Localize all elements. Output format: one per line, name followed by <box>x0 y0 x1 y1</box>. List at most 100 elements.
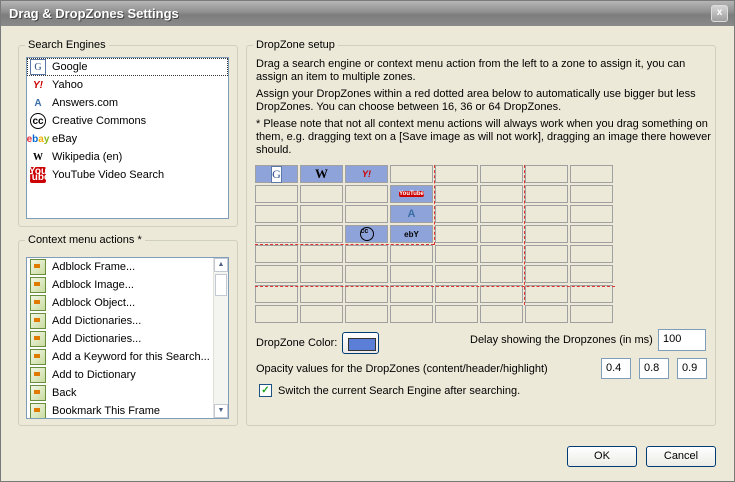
opacity-header-input[interactable]: 0.8 <box>639 358 669 379</box>
engine-item-creative-commons[interactable]: cc Creative Commons <box>27 112 228 130</box>
dropzone-cell[interactable] <box>480 185 523 203</box>
dropzone-cell[interactable] <box>255 305 298 323</box>
dropzone-cell[interactable]: ebY <box>390 225 433 243</box>
dropzone-cell[interactable] <box>300 305 343 323</box>
context-action-item[interactable]: Add a Keyword for this Search... <box>27 348 213 366</box>
dropzone-cell[interactable] <box>435 265 478 283</box>
dropzone-cell[interactable] <box>480 285 523 303</box>
dropzone-cell[interactable] <box>525 185 568 203</box>
dropzone-cell[interactable] <box>480 205 523 223</box>
dropzone-cell[interactable] <box>570 205 613 223</box>
dropzone-cell[interactable] <box>300 285 343 303</box>
dropzone-cell[interactable] <box>255 265 298 283</box>
dropzone-cell[interactable] <box>345 285 388 303</box>
dropzone-cell[interactable] <box>435 165 478 183</box>
dropzone-cell[interactable] <box>435 185 478 203</box>
context-actions-scrollbar[interactable]: ▲ ▼ <box>213 258 228 418</box>
context-action-item[interactable]: Back <box>27 384 213 402</box>
dropzone-cell[interactable] <box>390 285 433 303</box>
dropzone-cell[interactable] <box>525 165 568 183</box>
dropzone-cell[interactable] <box>525 245 568 263</box>
dropzone-cell[interactable] <box>570 165 613 183</box>
opacity-content-input[interactable]: 0.4 <box>601 358 631 379</box>
context-actions-list[interactable]: Adblock Frame... Adblock Image... Adblock … <box>26 257 229 419</box>
dropzone-cell[interactable] <box>570 265 613 283</box>
context-action-item[interactable]: Add Dictionaries... <box>27 330 213 348</box>
dropzone-cell[interactable] <box>480 265 523 283</box>
context-action-item[interactable]: Adblock Object... <box>27 294 213 312</box>
delay-input[interactable]: 100 <box>658 329 706 351</box>
dropzone-grid[interactable]: G W Y! YouTube Acc ebY <box>255 165 615 325</box>
dropzone-cell[interactable] <box>255 185 298 203</box>
dropzone-cell[interactable] <box>390 265 433 283</box>
dropzone-cell[interactable] <box>480 245 523 263</box>
dropzone-cell[interactable] <box>570 225 613 243</box>
dropzone-cell[interactable] <box>255 285 298 303</box>
dropzone-cell[interactable] <box>300 185 343 203</box>
dropzone-cell[interactable] <box>525 305 568 323</box>
dropzone-cell[interactable] <box>480 225 523 243</box>
dropzone-cell[interactable]: W <box>300 165 343 183</box>
dropzone-cell[interactable]: Y! <box>345 165 388 183</box>
context-action-item[interactable]: Adblock Frame... <box>27 258 213 276</box>
scroll-thumb[interactable] <box>215 274 227 296</box>
close-button[interactable]: x <box>711 5 728 22</box>
search-engines-list[interactable]: G Google Y! Yahoo A Answers.com cc Creat… <box>26 57 229 219</box>
dropzone-color-button[interactable] <box>342 332 379 354</box>
dropzone-cell[interactable] <box>435 245 478 263</box>
dropzone-description-3: * Please note that not all context menu … <box>256 118 711 156</box>
dropzone-cell[interactable] <box>300 265 343 283</box>
engine-item-ebay[interactable]: ebay eBay <box>27 130 228 148</box>
dropzone-cell[interactable] <box>435 285 478 303</box>
scroll-down-button[interactable]: ▼ <box>214 404 228 418</box>
context-action-item[interactable]: Adblock Image... <box>27 276 213 294</box>
dropzone-cell[interactable] <box>345 205 388 223</box>
dropzone-cell[interactable] <box>525 205 568 223</box>
context-action-item[interactable]: Add Dictionaries... <box>27 312 213 330</box>
dropzone-cell[interactable] <box>300 205 343 223</box>
dropzone-cell[interactable] <box>525 225 568 243</box>
title-bar[interactable]: Drag & DropZones Settings x <box>1 1 734 26</box>
context-action-item[interactable]: Add to Dictionary <box>27 366 213 384</box>
dropzone-cell[interactable] <box>570 305 613 323</box>
dropzone-cell[interactable] <box>300 225 343 243</box>
dropzone-cell[interactable] <box>345 265 388 283</box>
switch-engine-checkbox[interactable]: ✓ <box>259 384 272 397</box>
dropzone-cell[interactable] <box>435 225 478 243</box>
opacity-highlight-input[interactable]: 0.9 <box>677 358 707 379</box>
dropzone-cell[interactable] <box>525 265 568 283</box>
engine-item-wikipedia[interactable]: W Wikipedia (en) <box>27 148 228 166</box>
dropzone-cell[interactable]: YouTube <box>390 185 433 203</box>
engine-item-answers[interactable]: A Answers.com <box>27 94 228 112</box>
dropzone-cell[interactable] <box>345 305 388 323</box>
ok-button[interactable]: OK <box>567 446 637 467</box>
engine-item-google[interactable]: G Google <box>27 58 228 76</box>
dropzone-cell[interactable] <box>435 305 478 323</box>
context-action-icon <box>30 367 46 383</box>
engine-item-youtube[interactable]: You Tube YouTube Video Search <box>27 166 228 184</box>
dropzone-cell[interactable] <box>345 185 388 203</box>
dropzone-cell[interactable] <box>390 245 433 263</box>
dropzone-cell[interactable] <box>255 225 298 243</box>
dropzone-cell[interactable] <box>345 245 388 263</box>
dropzone-cell[interactable] <box>570 285 613 303</box>
engine-item-yahoo[interactable]: Y! Yahoo <box>27 76 228 94</box>
dropzone-cell[interactable] <box>390 165 433 183</box>
yahoo-icon: Y! <box>33 79 43 91</box>
dropzone-cell[interactable]: A <box>390 205 433 223</box>
dropzone-cell[interactable] <box>525 285 568 303</box>
context-action-item[interactable]: Bookmark This Frame <box>27 402 213 418</box>
dropzone-cell[interactable] <box>255 205 298 223</box>
dropzone-cell[interactable] <box>570 245 613 263</box>
dropzone-cell[interactable]: G <box>255 165 298 183</box>
dropzone-cell[interactable] <box>435 205 478 223</box>
cancel-button[interactable]: Cancel <box>646 446 716 467</box>
dropzone-cell[interactable] <box>390 305 433 323</box>
dropzone-cell[interactable] <box>570 185 613 203</box>
dropzone-cell[interactable] <box>480 305 523 323</box>
dropzone-cell[interactable] <box>255 245 298 263</box>
dropzone-cell[interactable] <box>480 165 523 183</box>
dropzone-cell[interactable]: cc <box>345 225 388 243</box>
dropzone-cell[interactable] <box>300 245 343 263</box>
scroll-up-button[interactable]: ▲ <box>214 258 228 272</box>
